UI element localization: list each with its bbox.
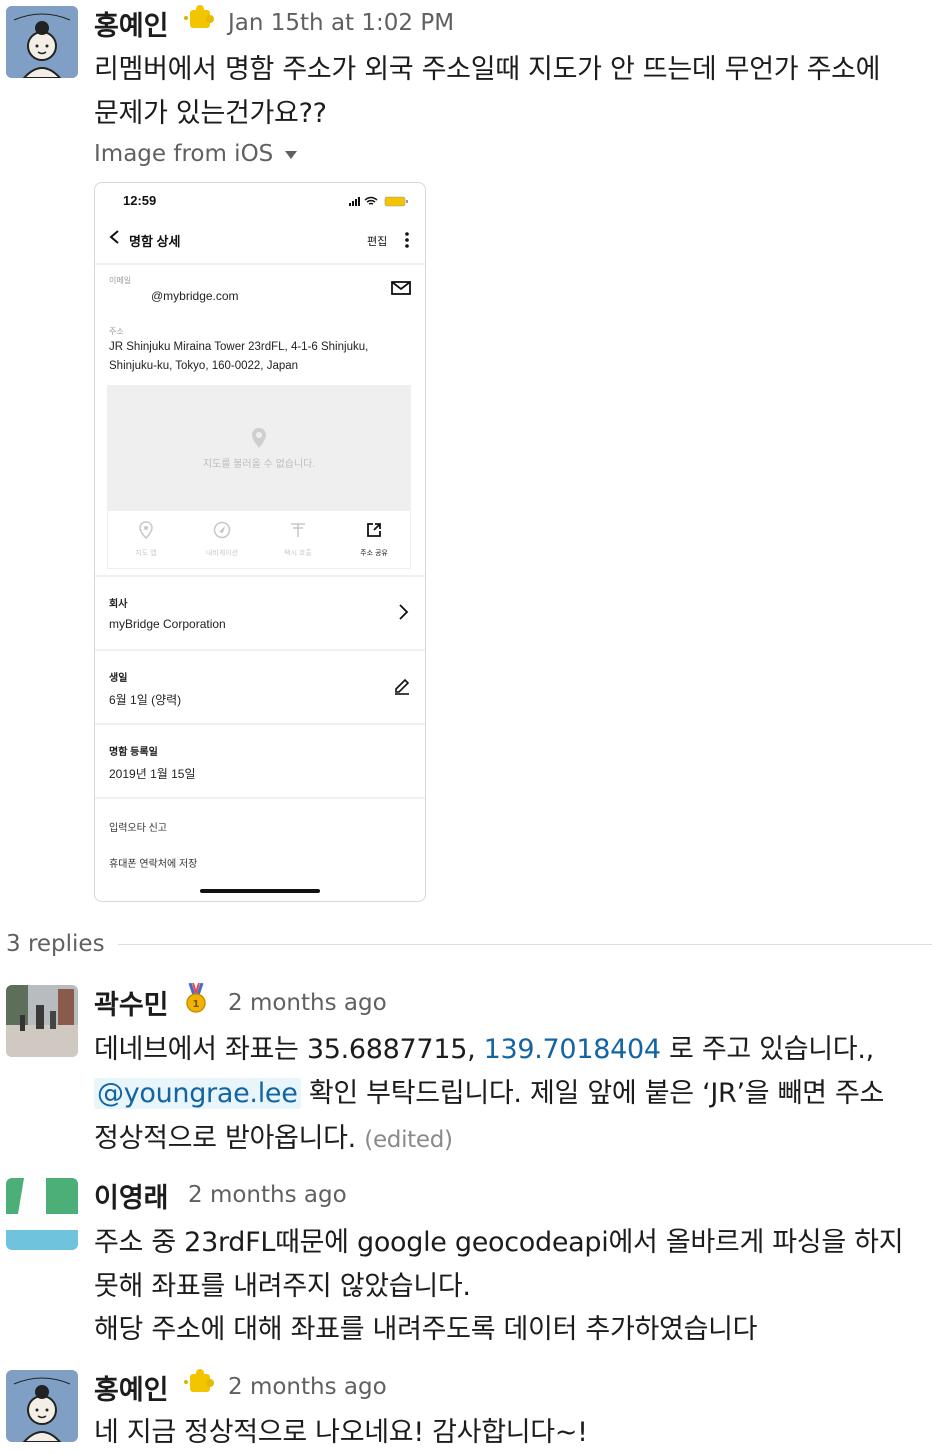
file-label[interactable]: Image from iOS: [94, 141, 298, 167]
registered-row: 명함 등록일 2019년 1월 15일: [95, 725, 425, 795]
avatar[interactable]: [6, 6, 78, 78]
chevron-right-icon: [399, 604, 409, 620]
gold-medal-icon: 1: [182, 982, 210, 1021]
message-text-line: 문제가 있는건가요??: [94, 98, 327, 129]
map-error-message: 지도를 불러올 수 없습니다.: [202, 459, 316, 470]
phone-edit-button[interactable]: 편집: [367, 233, 387, 249]
message-text-line: 데네브에서 좌표는 35.6887715, 139.7018404 로 주고 있…: [94, 1027, 874, 1066]
caret-down-icon[interactable]: [285, 150, 298, 159]
company-value: myBridge Corporation: [109, 617, 226, 631]
svg-text:1: 1: [193, 999, 200, 1010]
map-placeholder: 지도를 불러올 수 없습니다.: [107, 385, 411, 511]
message-timestamp[interactable]: 2 months ago: [188, 1182, 347, 1208]
back-arrow-icon[interactable]: [107, 229, 123, 245]
email-value: @mybridge.com: [151, 289, 239, 303]
divider: [95, 797, 425, 799]
registered-value: 2019년 1월 15일: [109, 767, 196, 781]
message-text-line: 리멤버에서 명함 주소가 외국 주소일때 지도가 안 뜨는데 무언가 주소에: [94, 54, 881, 85]
report-typo-link[interactable]: 입력오타 신고: [109, 819, 167, 834]
status-bar-icons: [349, 196, 408, 207]
address-actions: 지도 앱 내비게이션 택시 호출 주소 공유: [107, 511, 411, 569]
taxi-icon: [291, 523, 305, 537]
puzzle-icon: [180, 4, 214, 40]
message-text-line: 해당 주소에 대해 좌표를 내려주도록 데이터 추가하였습니다: [94, 1314, 758, 1345]
phone-page-title: 명함 상세: [129, 234, 181, 249]
company-label: 회사: [109, 599, 128, 610]
avatar[interactable]: [6, 985, 78, 1057]
message-text-line: 못해 좌표를 내려주지 않았습니다.: [94, 1271, 471, 1302]
action-label: 주소 공유: [360, 550, 388, 557]
navigation-icon: [213, 521, 231, 539]
email-label: 이메일: [109, 276, 132, 285]
text-segment: 정상적으로 받아옵니다.: [94, 1123, 356, 1154]
pencil-icon[interactable]: [393, 675, 411, 695]
message-text-line: @youngrae.lee 확인 부탁드립니다. 제일 앞에 붙은 ‘JR’을 …: [94, 1071, 884, 1110]
address-label: 주소: [109, 327, 124, 336]
coordinate-link[interactable]: 139.7018404: [484, 1034, 661, 1065]
more-vertical-icon[interactable]: [405, 231, 409, 249]
address-line: Shinjuku-ku, Tokyo, 160-0022, Japan: [109, 360, 299, 372]
map-app-action[interactable]: 지도 앱: [108, 521, 184, 558]
author-name[interactable]: 홍예인: [94, 1368, 169, 1407]
author-name[interactable]: 홍예인: [94, 4, 169, 43]
action-label: 내비게이션: [205, 550, 239, 557]
message-text-line: 네 지금 정상적으로 나오네요! 감사합니다~!: [94, 1417, 588, 1448]
map-pin-icon: [139, 521, 153, 540]
share-address-action[interactable]: 주소 공유: [336, 521, 412, 558]
edited-marker: (edited): [364, 1127, 453, 1153]
message-timestamp[interactable]: Jan 15th at 1:02 PM: [228, 10, 454, 36]
message-text-line: 정상적으로 받아옵니다. (edited): [94, 1116, 453, 1155]
action-label: 택시 호출: [284, 550, 312, 557]
address-line: JR Shinjuku Miraina Tower 23rdFL, 4-1-6 …: [109, 341, 369, 353]
avatar[interactable]: [6, 1370, 78, 1442]
action-label: 지도 앱: [135, 550, 157, 557]
birthday-label: 생일: [109, 673, 128, 684]
author-name[interactable]: 이영래: [94, 1176, 169, 1215]
reply-count[interactable]: 3 replies: [6, 931, 105, 957]
phone-clock: 12:59: [123, 193, 157, 208]
mail-icon[interactable]: [391, 281, 411, 295]
text-segment: 확인 부탁드립니다. 제일 앞에 붙은 ‘JR’을 빼면 주소: [300, 1078, 885, 1109]
message-text-line: 주소 중 23rdFL때문에 google geocodeapi에서 올바르게 …: [94, 1227, 904, 1258]
avatar[interactable]: [6, 1178, 78, 1250]
message-timestamp[interactable]: 2 months ago: [228, 1374, 387, 1400]
taxi-action[interactable]: 택시 호출: [260, 521, 336, 558]
navigation-action[interactable]: 내비게이션: [184, 521, 260, 558]
divider: [95, 263, 425, 265]
birthday-value: 6월 1일 (양력): [109, 693, 182, 707]
home-indicator: [200, 889, 320, 893]
message-timestamp[interactable]: 2 months ago: [228, 990, 387, 1016]
author-name[interactable]: 곽수민: [94, 983, 169, 1022]
text-segment: 데네브에서 좌표는 35.6887715,: [94, 1034, 484, 1065]
attachment-image[interactable]: 12:59 명함 상세 편집 이메일 @mybridge.com 주소 JR S…: [94, 182, 426, 902]
text-segment: 로 주고 있습니다.,: [660, 1034, 874, 1065]
share-icon: [367, 523, 381, 537]
registered-label: 명함 등록일: [109, 747, 158, 758]
company-row[interactable]: 회사 myBridge Corporation: [95, 577, 425, 647]
birthday-row: 생일 6월 1일 (양력): [95, 651, 425, 721]
map-pin-icon: [252, 428, 266, 448]
user-mention[interactable]: @youngrae.lee: [94, 1078, 301, 1109]
save-contact-link[interactable]: 휴대폰 연락처에 저장: [109, 855, 197, 870]
file-name: Image from iOS: [94, 141, 274, 167]
thread-divider: [118, 944, 932, 945]
puzzle-icon: [180, 1368, 214, 1404]
